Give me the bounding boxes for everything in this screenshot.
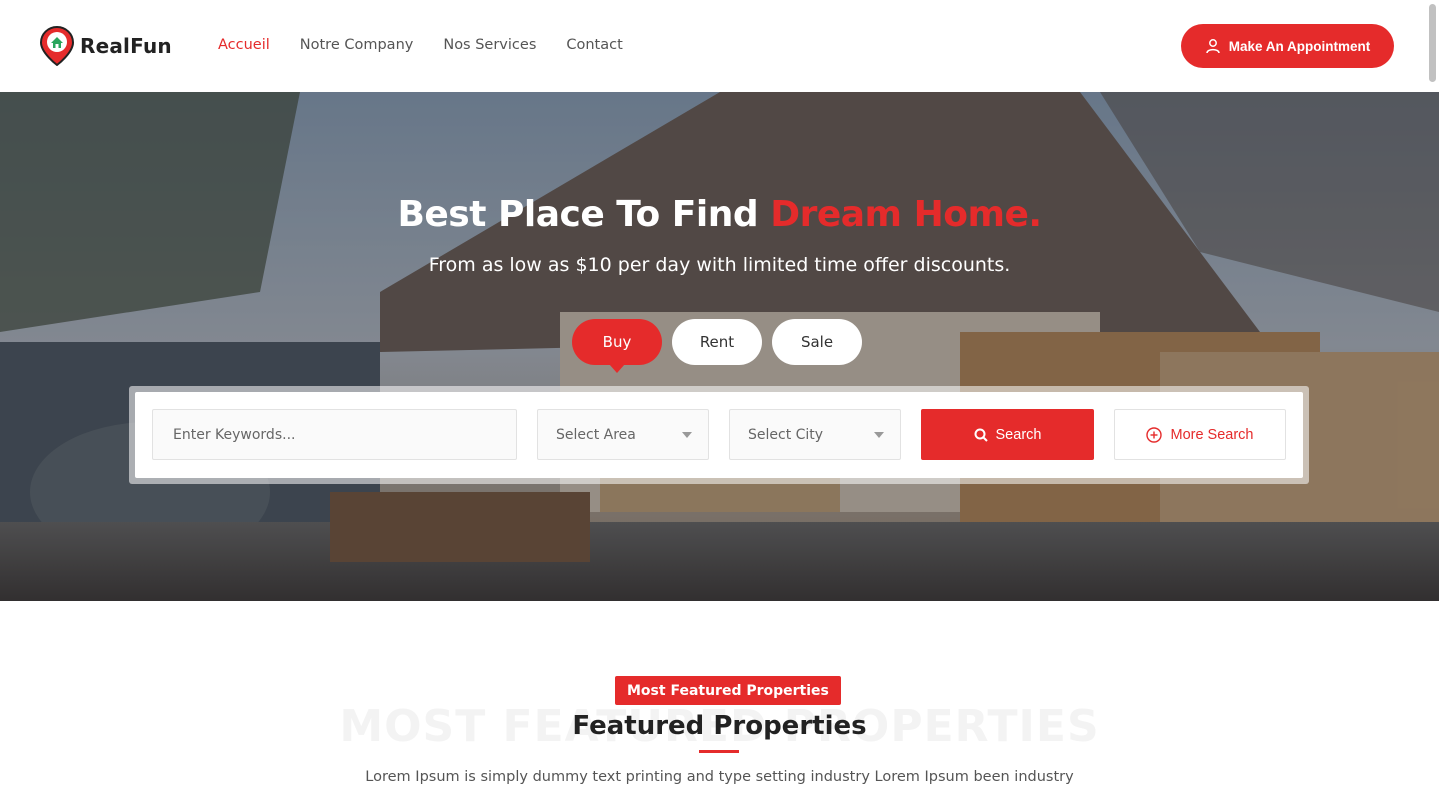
make-appointment-label: Make An Appointment <box>1228 38 1371 54</box>
hero-section: Best Place To Find Dream Home. From as l… <box>0 92 1439 601</box>
hero-subtitle: From as low as $10 per day with limited … <box>428 254 1011 276</box>
logo-text: RealFun <box>80 34 172 58</box>
select-city-label: Select City <box>748 426 824 443</box>
nav-accueil[interactable]: Accueil <box>218 37 270 53</box>
tab-rent[interactable]: Rent <box>672 319 762 365</box>
make-appointment-button[interactable]: Make An Appointment <box>1181 24 1394 68</box>
plus-circle-icon <box>1146 426 1163 443</box>
hero-title-main: Best Place To Find <box>397 194 771 235</box>
search-icon <box>974 428 988 442</box>
logo[interactable]: RealFun <box>40 26 172 66</box>
nav-notre-company[interactable]: Notre Company <box>300 37 414 53</box>
keyword-input[interactable]: Enter Keywords... <box>152 409 517 460</box>
user-icon <box>1206 39 1220 54</box>
section-description: Lorem Ipsum is simply dummy text printin… <box>365 769 1074 785</box>
listing-type-tabs: Buy Rent Sale <box>572 319 862 373</box>
select-area-dropdown[interactable]: Select Area <box>537 409 709 460</box>
select-area-label: Select Area <box>556 426 636 443</box>
tab-buy[interactable]: Buy <box>572 319 662 373</box>
nav-contact[interactable]: Contact <box>566 37 622 53</box>
site-header: RealFun Accueil Notre Company Nos Servic… <box>0 0 1439 92</box>
caret-down-icon <box>682 432 692 438</box>
page-scrollbar[interactable] <box>1429 4 1436 82</box>
hero-title-accent: Dream Home. <box>770 194 1042 235</box>
search-button[interactable]: Search <box>921 409 1094 460</box>
map-pin-home-icon <box>40 26 74 66</box>
tab-sale[interactable]: Sale <box>772 319 862 365</box>
section-title: Featured Properties <box>572 711 867 741</box>
nav-nos-services[interactable]: Nos Services <box>443 37 536 53</box>
select-city-dropdown[interactable]: Select City <box>729 409 901 460</box>
caret-down-icon <box>874 432 884 438</box>
more-search-button[interactable]: More Search <box>1114 409 1286 460</box>
section-badge: Most Featured Properties <box>615 676 841 705</box>
featured-properties-section: MOST FEATURED PROPERTIES Most Featured P… <box>0 601 1439 788</box>
more-search-label: More Search <box>1170 426 1254 443</box>
main-nav: Accueil Notre Company Nos Services Conta… <box>218 37 623 53</box>
search-form: Enter Keywords... Select Area Select Cit… <box>135 392 1303 478</box>
section-divider <box>699 750 739 753</box>
hero-title: Best Place To Find Dream Home. <box>0 194 1439 235</box>
search-panel: Enter Keywords... Select Area Select Cit… <box>129 386 1309 484</box>
search-button-label: Search <box>995 426 1042 443</box>
